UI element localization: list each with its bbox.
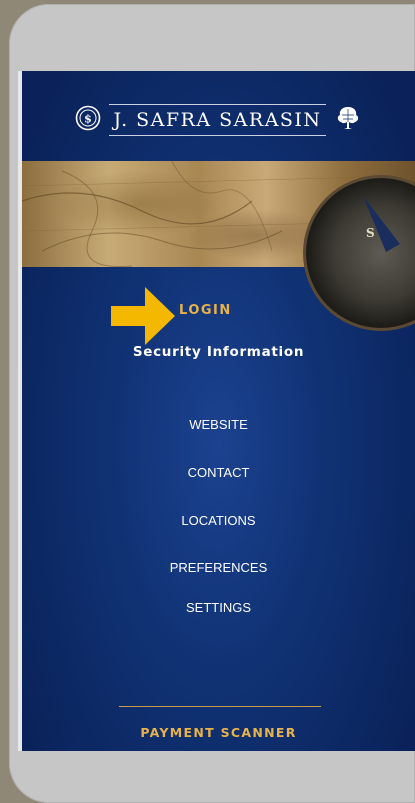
seal-emblem-icon: $ xyxy=(75,105,101,135)
footer-divider xyxy=(119,706,321,707)
menu-item-locations[interactable]: LOCATIONS xyxy=(22,513,415,528)
arrow-right-icon xyxy=(111,287,175,345)
app-screen: $ J. SAFRA SARASIN S LOGIN Security Info xyxy=(22,71,415,751)
security-information-link[interactable]: Security Information xyxy=(22,344,415,360)
payment-scanner-button[interactable]: PAYMENT SCANNER xyxy=(22,725,415,740)
tree-emblem-icon xyxy=(334,104,362,136)
menu-item-contact[interactable]: CONTACT xyxy=(22,465,415,480)
brand-name: J. SAFRA SARASIN xyxy=(109,104,326,136)
login-link[interactable]: LOGIN xyxy=(179,303,232,318)
menu-item-settings[interactable]: SETTINGS xyxy=(22,600,415,615)
brand-header: $ J. SAFRA SARASIN xyxy=(22,104,415,136)
menu-item-preferences[interactable]: PREFERENCES xyxy=(22,560,415,575)
map-banner-image: S xyxy=(22,161,415,331)
menu-item-website[interactable]: WEBSITE xyxy=(22,417,415,432)
svg-text:$: $ xyxy=(85,113,93,126)
